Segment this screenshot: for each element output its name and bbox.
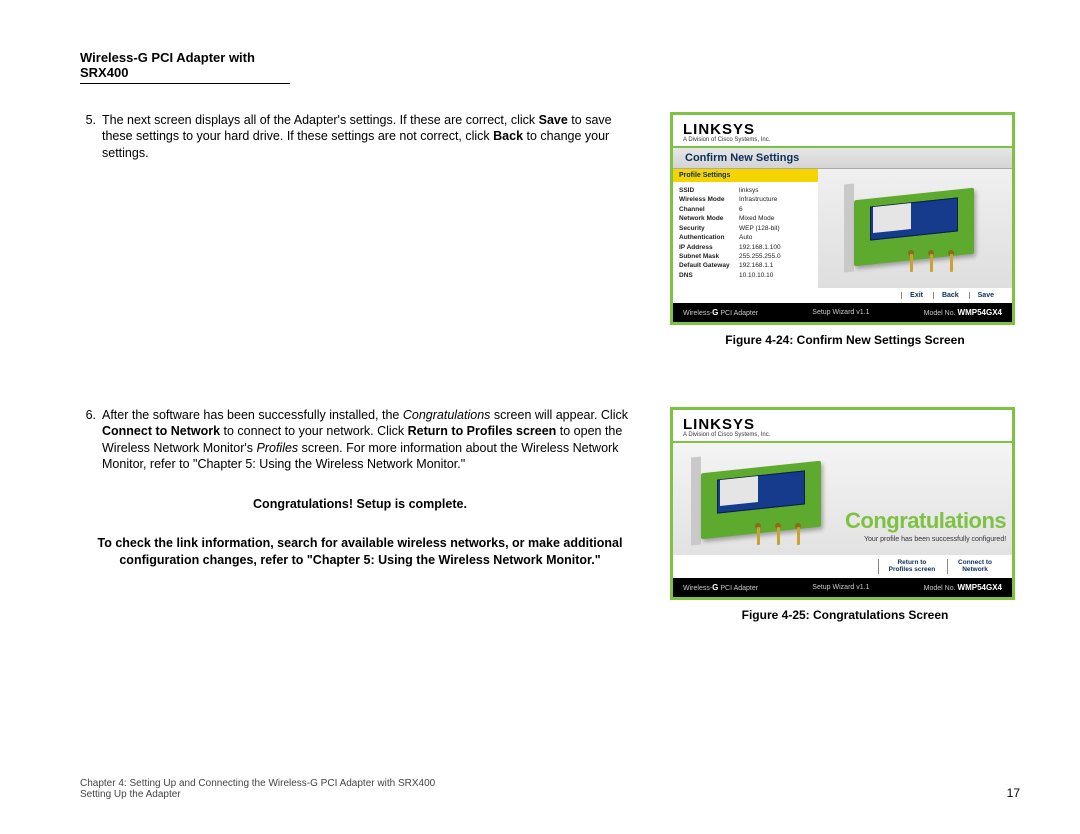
table-row: SSIDlinksys (679, 186, 812, 195)
text: to connect to your network. Click (220, 424, 408, 438)
congratulations-subtext: Your profile has been successfully confi… (845, 536, 1006, 543)
row-step6: 6. After the software has been successfu… (80, 407, 1020, 621)
dialog-brand-area: LINKSYS A Division of Cisco Systems, Inc… (673, 115, 1012, 146)
table-row: DNS10.10.10.10 (679, 271, 812, 280)
dialog-footer: Wireless-G PCI Adapter Setup Wizard v1.1… (673, 303, 1012, 322)
footer-chapter: Chapter 4: Setting Up and Connecting the… (80, 778, 435, 789)
dialog-body: Profile Settings SSIDlinksys Wireless Mo… (673, 169, 1012, 288)
save-label-ref: Save (539, 113, 568, 127)
row-step5: 5. The next screen displays all of the A… (80, 112, 1020, 347)
text: The next screen displays all of the Adap… (102, 113, 539, 127)
step-5: 5. The next screen displays all of the A… (80, 112, 640, 161)
product-image-area (818, 169, 1012, 288)
setup-complete-note: To check the link information, search fo… (80, 535, 640, 569)
back-label-ref: Back (493, 129, 523, 143)
figure-caption: Figure 4-24: Confirm New Settings Screen (670, 333, 1020, 347)
dialog-title: Confirm New Settings (673, 146, 1012, 169)
page-footer: Chapter 4: Setting Up and Connecting the… (80, 778, 1020, 800)
save-button[interactable]: Save (969, 292, 1002, 299)
dialog-footer: Wireless-G PCI Adapter Setup Wizard v1.1… (673, 578, 1012, 597)
congratulations-dialog: LINKSYS A Division of Cisco Systems, Inc… (670, 407, 1015, 599)
step6-text-col: 6. After the software has been successfu… (80, 407, 640, 621)
footer-section: Setting Up the Adapter (80, 789, 435, 800)
table-row: AuthenticationAuto (679, 233, 812, 242)
step-number: 6. (80, 407, 102, 472)
connect-to-network-ref: Connect to Network (102, 424, 220, 438)
pci-adapter-illustration (687, 457, 837, 547)
connect-to-network-button[interactable]: Connect toNetwork (947, 559, 1002, 573)
step5-text-col: 5. The next screen displays all of the A… (80, 112, 640, 347)
figure-caption: Figure 4-25: Congratulations Screen (670, 608, 1020, 622)
return-to-profiles-button[interactable]: Return toProfiles screen (878, 559, 946, 573)
table-row: Subnet Mask255.255.255.0 (679, 252, 812, 261)
table-row: Wireless ModeInfrastructure (679, 195, 812, 204)
setup-complete-heading: Congratulations! Setup is complete. (80, 496, 640, 512)
linksys-logo-sub: A Division of Cisco Systems, Inc. (683, 137, 1002, 143)
profiles-ref: Profiles (257, 441, 299, 455)
dialog-buttons: Return toProfiles screen Connect toNetwo… (673, 555, 1012, 577)
table-row: Default Gateway192.168.1.1 (679, 261, 812, 270)
page-header: Wireless-G PCI Adapter with SRX400 (80, 50, 290, 84)
table-row: Channel6 (679, 205, 812, 214)
congratulations-heading: Congratulations (845, 508, 1006, 534)
profile-settings-header: Profile Settings (673, 169, 818, 182)
confirm-settings-dialog: LINKSYS A Division of Cisco Systems, Inc… (670, 112, 1015, 325)
linksys-logo: LINKSYS (683, 416, 1002, 433)
page-number: 17 (1007, 786, 1020, 800)
step-6: 6. After the software has been successfu… (80, 407, 640, 472)
profile-settings-panel: Profile Settings SSIDlinksys Wireless Mo… (673, 169, 818, 288)
dialog-body: Congratulations Your profile has been su… (673, 443, 1012, 555)
table-row: SecurityWEP (128-bit) (679, 224, 812, 233)
return-to-profiles-ref: Return to Profiles screen (408, 424, 557, 438)
congratulations-ref: Congratulations (403, 408, 491, 422)
text: After the software has been successfully… (102, 408, 403, 422)
back-button[interactable]: Back (933, 292, 967, 299)
dialog-buttons: Exit Back Save (673, 288, 1012, 303)
table-row: IP Address192.168.1.100 (679, 243, 812, 252)
step-body: The next screen displays all of the Adap… (102, 112, 640, 161)
document-page: Wireless-G PCI Adapter with SRX400 5. Th… (0, 0, 1080, 834)
dialog-brand-area: LINKSYS A Division of Cisco Systems, Inc… (673, 410, 1012, 441)
text: screen will appear. Click (490, 408, 628, 422)
profile-settings-table: SSIDlinksys Wireless ModeInfrastructure … (673, 182, 818, 288)
linksys-logo: LINKSYS (683, 121, 1002, 138)
step-number: 5. (80, 112, 102, 161)
exit-button[interactable]: Exit (901, 292, 931, 299)
figure-4-25: LINKSYS A Division of Cisco Systems, Inc… (670, 407, 1020, 621)
pci-adapter-illustration (840, 184, 990, 274)
table-row: Network ModeMixed Mode (679, 214, 812, 223)
figure-4-24: LINKSYS A Division of Cisco Systems, Inc… (670, 112, 1020, 347)
step-body: After the software has been successfully… (102, 407, 640, 472)
linksys-logo-sub: A Division of Cisco Systems, Inc. (683, 432, 1002, 438)
